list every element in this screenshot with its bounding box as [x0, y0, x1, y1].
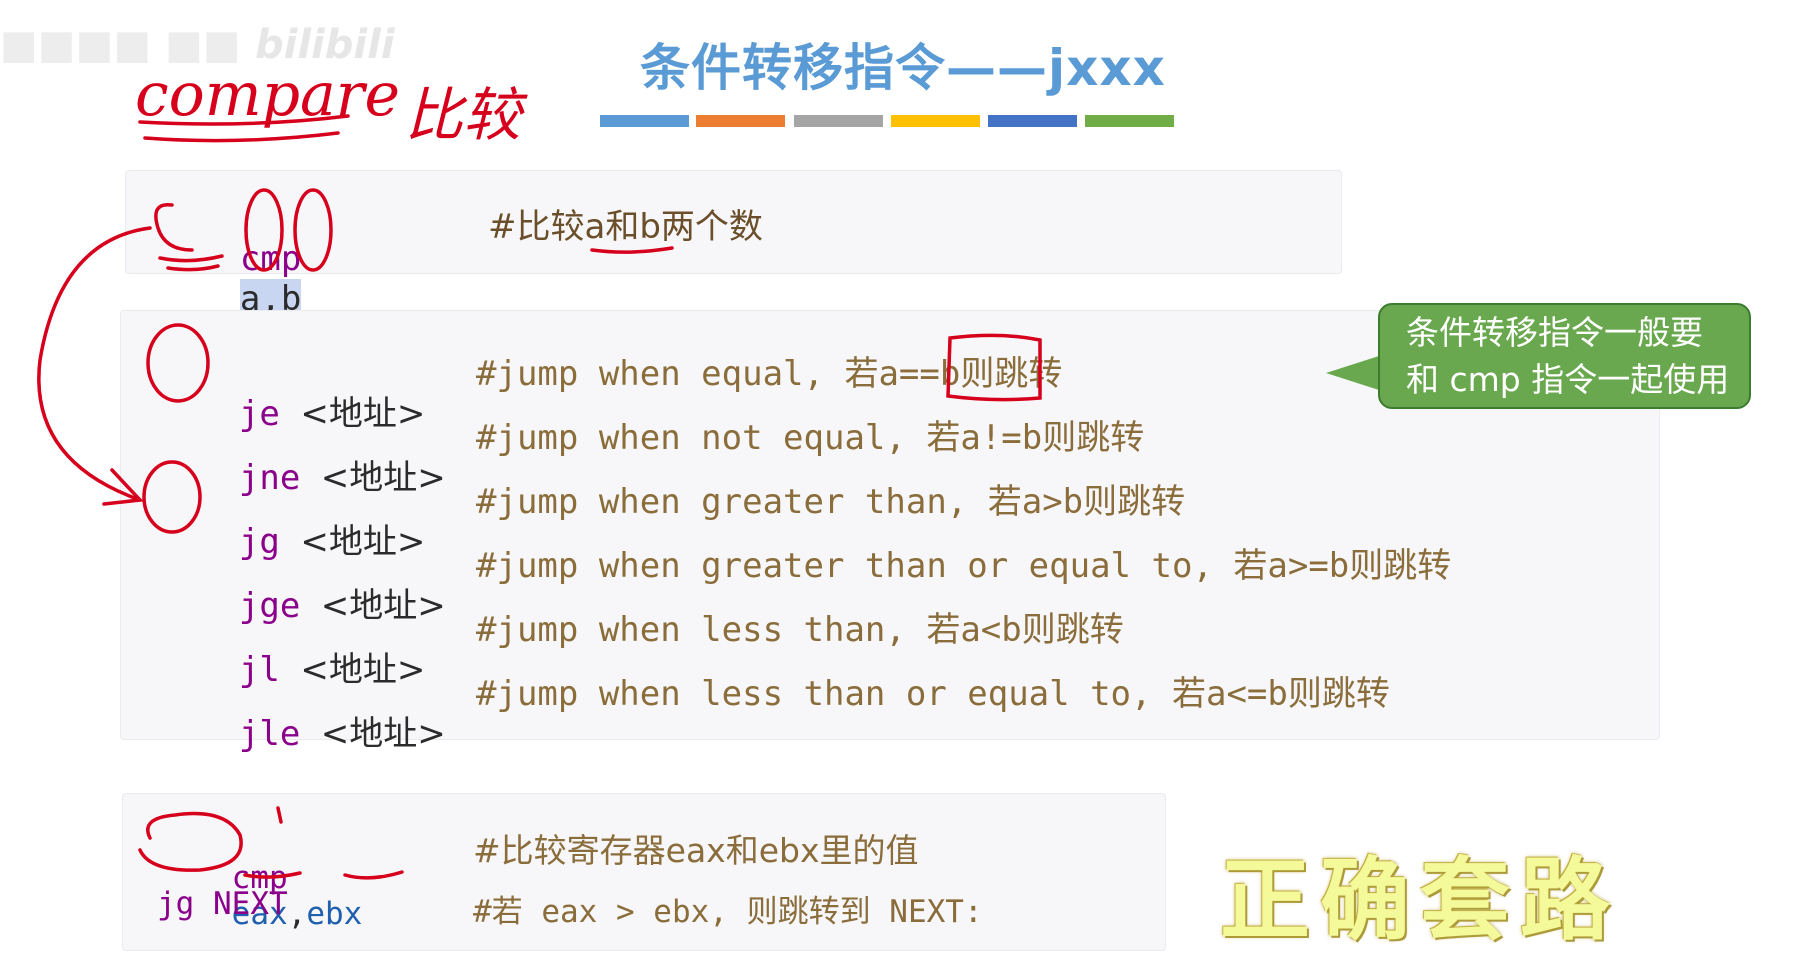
- handwritten-bijiao: 比较: [405, 81, 522, 149]
- color-bar-segment-6: [1085, 115, 1174, 127]
- jump-comment-jl: #jump when less than, 若a<b则跳转: [476, 610, 1124, 650]
- jump-comment-jge: #jump when greater than or equal to, 若a>…: [476, 546, 1452, 586]
- jump-row-jle: jle <地址>: [157, 666, 446, 795]
- jump-instr: jle: [238, 714, 301, 754]
- jump-comment-jg: #jump when greater than, 若a>b则跳转: [476, 482, 1186, 522]
- page-title: 条件转移指令——jxxx: [640, 39, 1166, 97]
- callout-line-2: 和 cmp 指令一起使用: [1406, 360, 1730, 399]
- compare-underline-2: [143, 131, 340, 143]
- cmp-code-block: cmp a,b #比较a和b两个数: [125, 170, 1342, 319]
- example-reg-ebx: ebx: [306, 896, 363, 932]
- jump-comment-jle: #jump when less than or equal to, 若a<=b则…: [476, 674, 1390, 714]
- color-bar-segment-4: [891, 115, 980, 127]
- example-line-2: jg NEXT: [157, 886, 288, 922]
- example-code-block: cmp eax,ebx #比较寄存器eax和ebx里的值 jg NEXT #若 …: [122, 793, 1166, 951]
- example-comment-2: #若 eax > ebx, 则跳转到 NEXT:: [473, 894, 983, 930]
- color-bar-segment-5: [988, 115, 1077, 127]
- jump-comment-je: #jump when equal, 若a==b则跳转: [476, 354, 1063, 394]
- color-bar-segment-2: [696, 115, 785, 127]
- correct-routine-label: 正确套路: [1220, 848, 1620, 953]
- callout-line-1: 条件转移指令一般要: [1406, 313, 1703, 352]
- jump-comment-jne: #jump when not equal, 若a!=b则跳转: [476, 418, 1145, 458]
- handwritten-compare: compare: [135, 60, 400, 130]
- color-bar-segment-3: [794, 115, 883, 127]
- example-comment-1: #比较寄存器eax和ebx里的值: [473, 831, 919, 870]
- callout-pointer: [1326, 355, 1382, 391]
- cmp-comment: #比较a和b两个数: [488, 207, 763, 247]
- cmp-instruction: cmp: [239, 239, 302, 279]
- example-reg-separator: ,: [287, 896, 307, 932]
- callout-bubble: 条件转移指令一般要 和 cmp 指令一起使用: [1378, 303, 1751, 409]
- color-bar-segment-1: [600, 115, 689, 127]
- jump-addr: <地址>: [320, 714, 446, 754]
